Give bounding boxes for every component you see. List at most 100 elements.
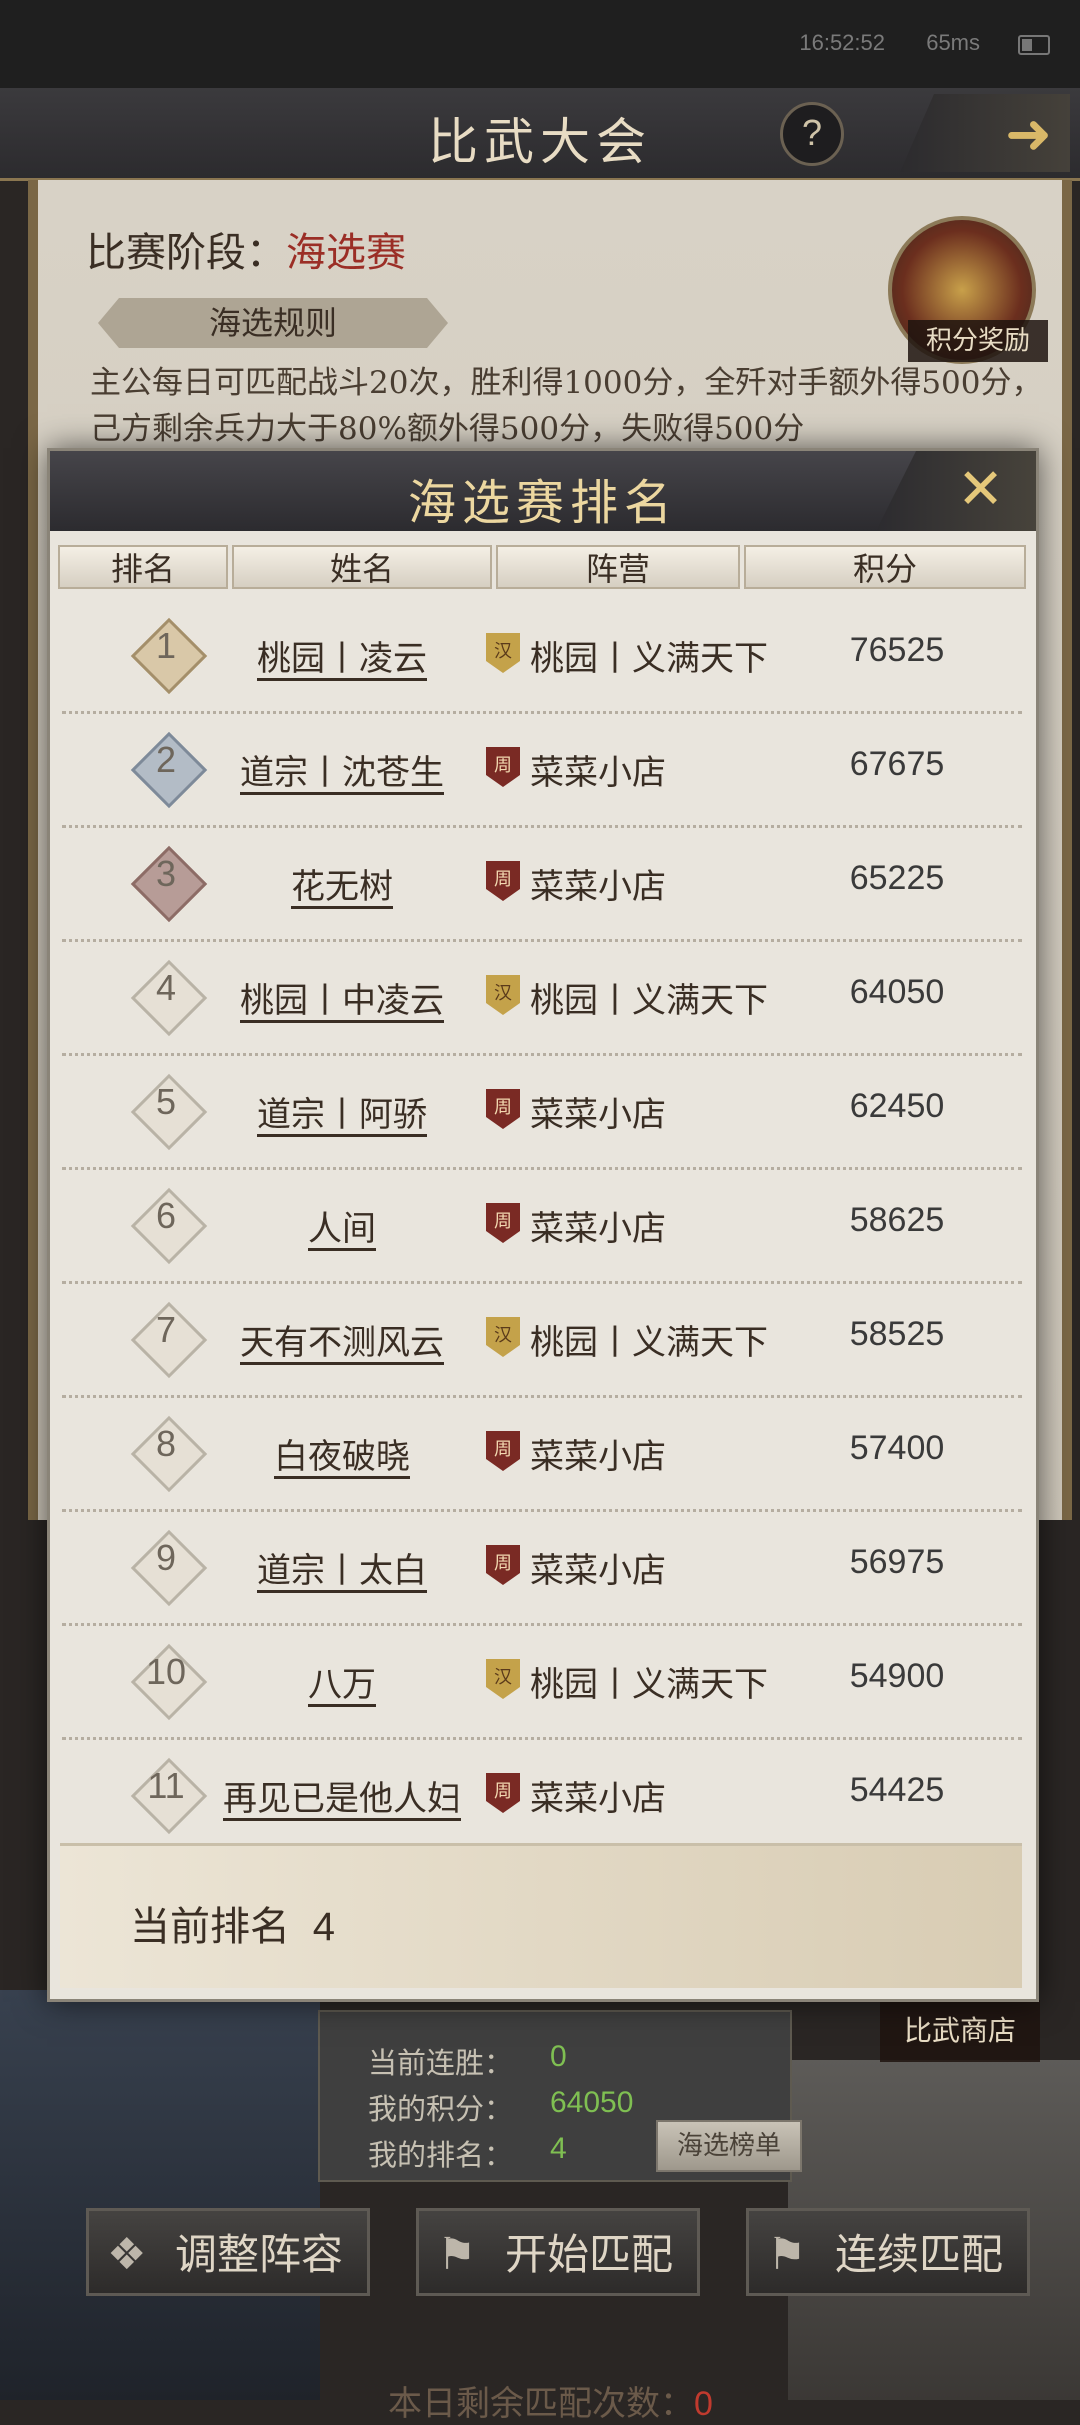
table-row[interactable]: 4 桃园丨中凌云汉桃园丨义满天下 64050 <box>62 939 1022 1056</box>
rules-button[interactable]: 海选规则 <box>98 298 448 348</box>
current-rank-value: 4 <box>312 1905 335 1949</box>
table-row[interactable]: 6 人间周菜菜小店 58625 <box>62 1167 1022 1284</box>
camp-name: 菜菜小店 <box>530 1095 666 1135</box>
start-match-button[interactable]: ⚑ 开始匹配 <box>416 2208 700 2296</box>
modal-header: 海选赛排名 ✕ <box>50 451 1036 531</box>
rank-number: 1 <box>155 625 177 666</box>
flag-icon: ⚑ <box>767 2229 807 2280</box>
network-latency: 65ms <box>926 30 980 55</box>
ranking-modal: 海选赛排名 ✕ 排名 姓名 阵营 积分 1 桃园丨凌云汉桃园丨义满天下 76525 2… <box>47 448 1039 2002</box>
rules-text: 主公每日可匹配战斗20次，胜利得1000分，全歼对手额外得500分，己方剩余兵力… <box>90 365 1043 447</box>
rank-number: 4 <box>155 967 177 1008</box>
camp-name: 桃园丨义满天下 <box>530 639 768 679</box>
player-name[interactable]: 八万 <box>212 1657 472 1706</box>
current-rank-label: 当前排名 <box>130 1904 290 1950</box>
rank-number: 7 <box>155 1309 177 1350</box>
camp-name: 桃园丨义满天下 <box>530 1323 768 1363</box>
status-time: 16:52:52 <box>799 30 885 55</box>
continuous-match-label: 连续匹配 <box>834 2230 1003 2279</box>
rank-value: 4 <box>550 2132 567 2165</box>
camp-name: 菜菜小店 <box>530 753 666 793</box>
streak-label: 当前连胜： <box>368 2046 514 2080</box>
start-match-label: 开始匹配 <box>504 2230 673 2279</box>
remaining-value: 0 <box>694 2385 713 2423</box>
table-header: 排名 姓名 阵营 积分 <box>58 545 1026 589</box>
flag-icon: ⚑ <box>437 2229 477 2280</box>
rank-number: 3 <box>155 853 177 894</box>
score: 64050 <box>849 973 945 1011</box>
player-name[interactable]: 白夜破晓 <box>212 1429 472 1478</box>
stage-label: 比赛阶段： <box>86 230 286 276</box>
adjust-lineup-button[interactable]: ❖ 调整阵容 <box>86 2208 370 2296</box>
camp-name: 菜菜小店 <box>530 1437 666 1477</box>
character-art <box>0 1990 320 2400</box>
current-rank: 当前排名 4 <box>130 1894 335 1952</box>
adjust-lineup-label: 调整阵容 <box>174 2230 343 2279</box>
camp-emblem-icon: 周 <box>486 1089 520 1129</box>
formation-icon: ❖ <box>107 2229 147 2280</box>
column-header-rank: 排名 <box>58 545 228 589</box>
score: 76525 <box>849 631 945 669</box>
table-row[interactable]: 7 天有不测风云汉桃园丨义满天下 58525 <box>62 1281 1022 1398</box>
camp-emblem-icon: 周 <box>486 1203 520 1243</box>
player-name[interactable]: 再见已是他人妇 <box>212 1771 472 1820</box>
player-name[interactable]: 道宗丨阿骄 <box>212 1087 472 1136</box>
player-name[interactable]: 道宗丨太白 <box>212 1543 472 1592</box>
camp-emblem-icon: 周 <box>486 1431 520 1471</box>
player-name[interactable]: 人间 <box>212 1201 472 1250</box>
arrow-right-icon: ➜ <box>1005 102 1052 167</box>
score: 54900 <box>849 1657 945 1695</box>
rank-number: 11 <box>147 1765 185 1806</box>
table-row[interactable]: 8 白夜破晓周菜菜小店 57400 <box>62 1395 1022 1512</box>
shop-button[interactable]: 比武商店 <box>880 2000 1040 2062</box>
table-row[interactable]: 2 道宗丨沈苍生周菜菜小店 67675 <box>62 711 1022 828</box>
score: 57400 <box>849 1429 945 1467</box>
player-name[interactable]: 天有不测风云 <box>212 1315 472 1364</box>
camp-name: 菜菜小店 <box>530 1209 666 1249</box>
column-header-score: 积分 <box>744 545 1026 589</box>
score-label: 我的积分： <box>368 2092 514 2126</box>
table-row[interactable]: 5 道宗丨阿骄周菜菜小店 62450 <box>62 1053 1022 1170</box>
player-name[interactable]: 花无树 <box>212 859 472 908</box>
continuous-match-button[interactable]: ⚑ 连续匹配 <box>746 2208 1030 2296</box>
close-icon: ✕ <box>957 457 1004 522</box>
camp-emblem-icon: 周 <box>486 1773 520 1813</box>
player-name[interactable]: 桃园丨凌云 <box>212 631 472 680</box>
table-row[interactable]: 10 八万汉桃园丨义满天下 54900 <box>62 1623 1022 1740</box>
battery-icon <box>1018 35 1050 55</box>
streak-value: 0 <box>550 2040 567 2073</box>
camp-name: 菜菜小店 <box>530 867 666 907</box>
score: 58625 <box>849 1201 945 1239</box>
rank-number: 6 <box>155 1195 177 1236</box>
table-row[interactable]: 3 花无树周菜菜小店 65225 <box>62 825 1022 942</box>
table-row[interactable]: 9 道宗丨太白周菜菜小店 56975 <box>62 1509 1022 1626</box>
score: 67675 <box>849 745 945 783</box>
table-row[interactable]: 11 再见已是他人妇周菜菜小店 54425 <box>62 1737 1022 1851</box>
current-rank-panel: 当前排名 4 <box>60 1843 1022 1988</box>
column-header-name: 姓名 <box>232 545 492 589</box>
camp-name: 菜菜小店 <box>530 1779 666 1819</box>
score: 54425 <box>849 1771 945 1809</box>
reward-label[interactable]: 积分奖励 <box>908 320 1048 362</box>
score-value: 64050 <box>550 2086 634 2119</box>
help-button[interactable]: ? <box>780 102 844 166</box>
rank-number: 8 <box>155 1423 177 1464</box>
camp-emblem-icon: 周 <box>486 747 520 787</box>
camp-name: 桃园丨义满天下 <box>530 981 768 1021</box>
score: 58525 <box>849 1315 945 1353</box>
score: 65225 <box>849 859 945 897</box>
camp-emblem-icon: 汉 <box>486 633 520 673</box>
camp-emblem-icon: 周 <box>486 1545 520 1585</box>
remaining-label: 本日剩余匹配次数： <box>388 2384 694 2424</box>
camp-emblem-icon: 周 <box>486 861 520 901</box>
remaining-matches: 本日剩余匹配次数：0 <box>388 2376 713 2425</box>
score: 56975 <box>849 1543 945 1581</box>
rank-label: 我的排名： <box>368 2138 514 2172</box>
player-name[interactable]: 道宗丨沈苍生 <box>212 745 472 794</box>
player-name[interactable]: 桃园丨中凌云 <box>212 973 472 1022</box>
table-row[interactable]: 1 桃园丨凌云汉桃园丨义满天下 76525 <box>62 597 1022 714</box>
ranking-table: 1 桃园丨凌云汉桃园丨义满天下 76525 2 道宗丨沈苍生周菜菜小店 67675 3 花无树… <box>62 597 1022 1835</box>
camp-emblem-icon: 汉 <box>486 1317 520 1357</box>
header-bar: 比武大会 ? ➜ <box>0 88 1080 181</box>
leaderboard-button[interactable]: 海选榜单 <box>656 2120 802 2172</box>
